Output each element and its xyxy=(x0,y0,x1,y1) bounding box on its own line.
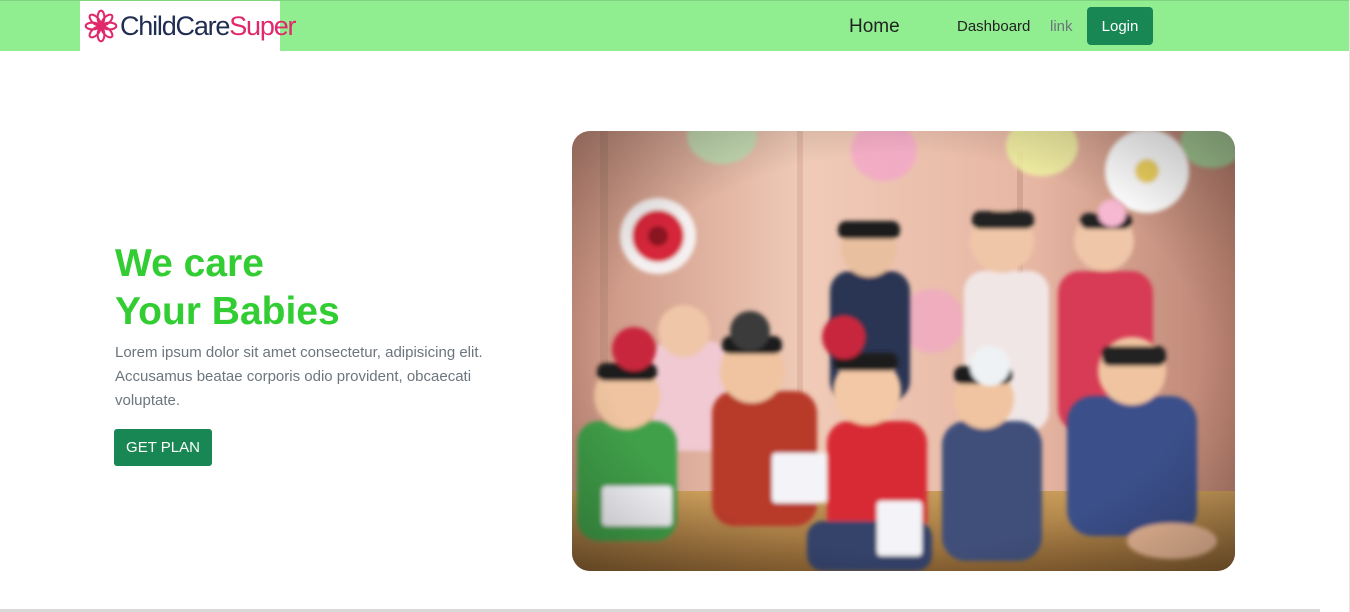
brand-name-part1: ChildCare xyxy=(120,10,230,41)
nav-item-link[interactable]: link xyxy=(1050,18,1073,35)
brand-name-part2: Super xyxy=(229,10,296,41)
nav-item-home[interactable]: Home xyxy=(849,16,900,38)
brand-logo[interactable]: ChildCareSuper xyxy=(80,1,297,51)
flower-logo-icon xyxy=(84,9,118,43)
navbar: ChildCareSuper Home Dashboard link Login xyxy=(0,0,1350,51)
hero-title: We care Your Babies xyxy=(115,240,340,336)
brand-name: ChildCareSuper xyxy=(120,10,297,42)
hero-description: Lorem ipsum dolor sit amet consectetur, … xyxy=(115,344,483,409)
hero-title-line1: We care xyxy=(115,242,264,285)
get-plan-button[interactable]: GET PLAN xyxy=(114,429,212,466)
hero-title-line2: Your Babies xyxy=(115,290,340,333)
nav-item-dashboard[interactable]: Dashboard xyxy=(957,18,1030,35)
hero-children-photo xyxy=(572,131,1235,571)
login-button[interactable]: Login xyxy=(1087,7,1153,45)
page: ChildCareSuper Home Dashboard link Login… xyxy=(0,0,1350,612)
